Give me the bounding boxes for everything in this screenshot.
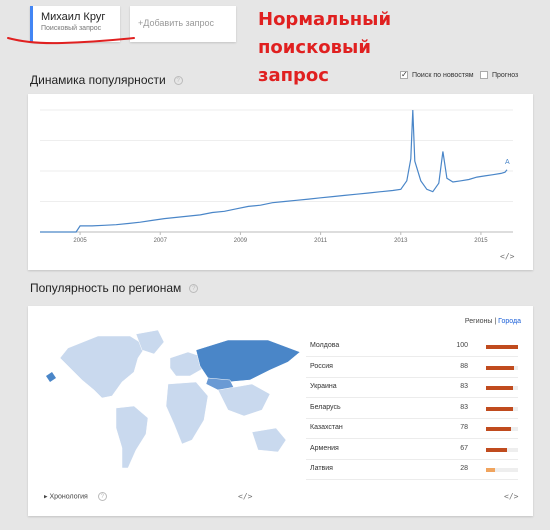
triangle-right-icon: ▸ [44, 493, 48, 501]
region-name: Украина [310, 383, 337, 390]
help-icon[interactable]: ? [97, 492, 107, 501]
region-row[interactable]: Украина 83 [306, 378, 518, 398]
search-term: Михаил Круг [41, 11, 106, 23]
help-icon[interactable]: ? [189, 284, 199, 294]
annotation-line: запрос [258, 65, 329, 86]
region-name: Россия [310, 362, 333, 370]
embed-code-icon[interactable]: </> [504, 492, 518, 501]
region-name: Казахстан [310, 424, 343, 431]
region-bar-track [486, 427, 518, 431]
region-value: 83 [460, 383, 468, 390]
annotation-text: Нормальный поисковый запрос [258, 6, 398, 90]
map-alaska [46, 372, 56, 382]
region-bar-track [486, 345, 518, 349]
tab-separator: | [494, 318, 497, 325]
x-tick-label: 2009 [234, 238, 248, 244]
annotation-line: Нормальный [258, 9, 392, 30]
region-bar [486, 365, 515, 370]
region-bar [486, 468, 495, 472]
news-checkbox[interactable]: ✓ [400, 71, 408, 79]
region-row[interactable]: Россия 88 [306, 358, 518, 378]
interest-title-text: Динамика популярности [30, 73, 166, 87]
x-tick-label: 2015 [474, 238, 488, 244]
embed-code-icon[interactable]: </> [238, 492, 252, 501]
region-bar [486, 386, 513, 390]
forecast-option[interactable]: Прогноз [480, 71, 518, 79]
region-bar-track [486, 365, 518, 370]
region-value: 67 [460, 444, 468, 452]
region-bar-track [486, 447, 518, 452]
region-value: 28 [460, 465, 468, 472]
region-value: 83 [460, 403, 468, 411]
region-name: Беларусь [310, 403, 341, 411]
region-value: 88 [460, 362, 468, 370]
map-australia [251, 427, 287, 453]
region-bar-track [486, 386, 518, 390]
world-map[interactable] [38, 328, 308, 488]
x-tick-label: 2011 [314, 238, 328, 244]
forecast-checkbox[interactable] [480, 71, 488, 79]
x-tick-label: 2013 [394, 238, 408, 244]
map-south-asia [217, 383, 271, 417]
annotation-line: поисковый [258, 37, 371, 58]
region-name: Молдова [310, 342, 340, 349]
region-row[interactable]: Латвия 28 [306, 460, 518, 480]
region-tabs: Регионы | Города [465, 318, 521, 325]
region-value: 78 [460, 424, 468, 431]
map-south-america [115, 405, 149, 469]
region-row[interactable]: Армения 67 [306, 440, 518, 460]
chronology-label: Хронология [49, 493, 88, 501]
tab-regions[interactable]: Регионы [465, 318, 493, 325]
region-row[interactable]: Казахстан 78 [306, 419, 518, 439]
help-icon[interactable]: ? [173, 76, 183, 86]
map-africa [165, 381, 209, 445]
region-bar [486, 427, 511, 431]
x-tick-label: 2007 [154, 238, 168, 244]
chronology-toggle[interactable]: ▸ Хронология ? [44, 492, 107, 501]
add-query-button[interactable]: +Добавить запрос [130, 6, 236, 42]
tab-cities[interactable]: Города [498, 318, 521, 325]
region-bar [486, 406, 513, 411]
map-russia [195, 339, 301, 383]
region-bar-track [486, 406, 518, 411]
news-label: Поиск по новостям [412, 71, 474, 79]
x-tick-label: 2005 [73, 238, 87, 244]
region-bar-track [486, 468, 518, 472]
region-row[interactable]: Молдова 100 [306, 337, 518, 357]
forecast-label: Прогноз [492, 71, 519, 79]
region-bar [486, 345, 518, 349]
search-term-card[interactable]: Михаил Круг Поисковый запрос [30, 6, 120, 42]
region-name: Латвия [310, 465, 333, 472]
news-search-option[interactable]: ✓ Поиск по новостям [400, 71, 474, 79]
map-north-america [59, 335, 147, 399]
interest-title: Динамика популярности? [30, 73, 183, 87]
region-title: Популярность по регионам? [30, 281, 199, 295]
search-term-subtitle: Поисковый запрос [41, 25, 102, 32]
interest-chart: 2005 2007 2009 2011 2013 2015 A [40, 109, 513, 244]
region-row[interactable]: Беларусь 83 [306, 399, 518, 419]
interest-chart-panel: 2005 2007 2009 2011 2013 2015 A </> [28, 94, 533, 270]
region-value: 100 [456, 342, 468, 349]
region-name: Армения [310, 444, 339, 452]
region-title-text: Популярность по регионам [30, 281, 182, 295]
annotation-marker[interactable]: A [505, 159, 510, 166]
region-bar [486, 447, 508, 452]
embed-code-icon[interactable]: </> [500, 252, 514, 261]
